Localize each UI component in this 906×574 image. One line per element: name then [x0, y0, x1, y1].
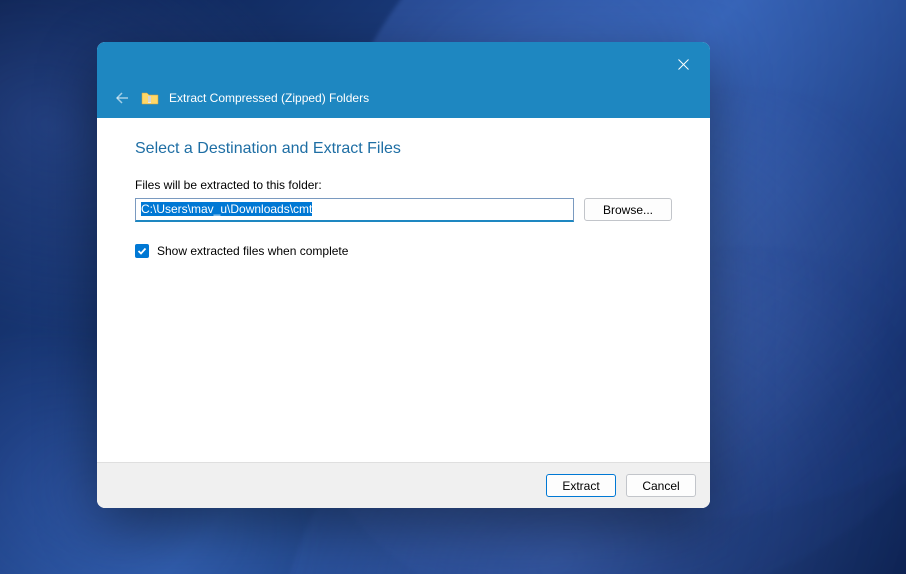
- show-files-checkbox-label[interactable]: Show extracted files when complete: [157, 244, 348, 258]
- extract-dialog: Extract Compressed (Zipped) Folders Sele…: [97, 42, 710, 508]
- cancel-button[interactable]: Cancel: [626, 474, 696, 497]
- back-arrow-icon: [114, 90, 130, 106]
- browse-button[interactable]: Browse...: [584, 198, 672, 221]
- page-heading: Select a Destination and Extract Files: [135, 140, 672, 158]
- destination-path-input[interactable]: C:\Users\mav_u\Downloads\cmt: [135, 198, 574, 222]
- close-button[interactable]: [660, 49, 706, 79]
- footer: Extract Cancel: [97, 462, 710, 508]
- path-text-selected: C:\Users\mav_u\Downloads\cmt: [141, 202, 312, 216]
- titlebar: [97, 42, 710, 86]
- checkmark-icon: [137, 246, 147, 256]
- show-files-checkbox[interactable]: [135, 244, 149, 258]
- path-row: C:\Users\mav_u\Downloads\cmt Browse...: [135, 198, 672, 222]
- content-area: Select a Destination and Extract Files F…: [97, 118, 710, 462]
- show-files-checkbox-row: Show extracted files when complete: [135, 244, 672, 258]
- dialog-title: Extract Compressed (Zipped) Folders: [169, 91, 369, 105]
- close-icon: [678, 59, 689, 70]
- header: Extract Compressed (Zipped) Folders: [97, 86, 710, 118]
- extract-button[interactable]: Extract: [546, 474, 616, 497]
- path-label: Files will be extracted to this folder:: [135, 178, 672, 192]
- back-button[interactable]: [113, 89, 131, 107]
- folder-zip-icon: [141, 90, 159, 106]
